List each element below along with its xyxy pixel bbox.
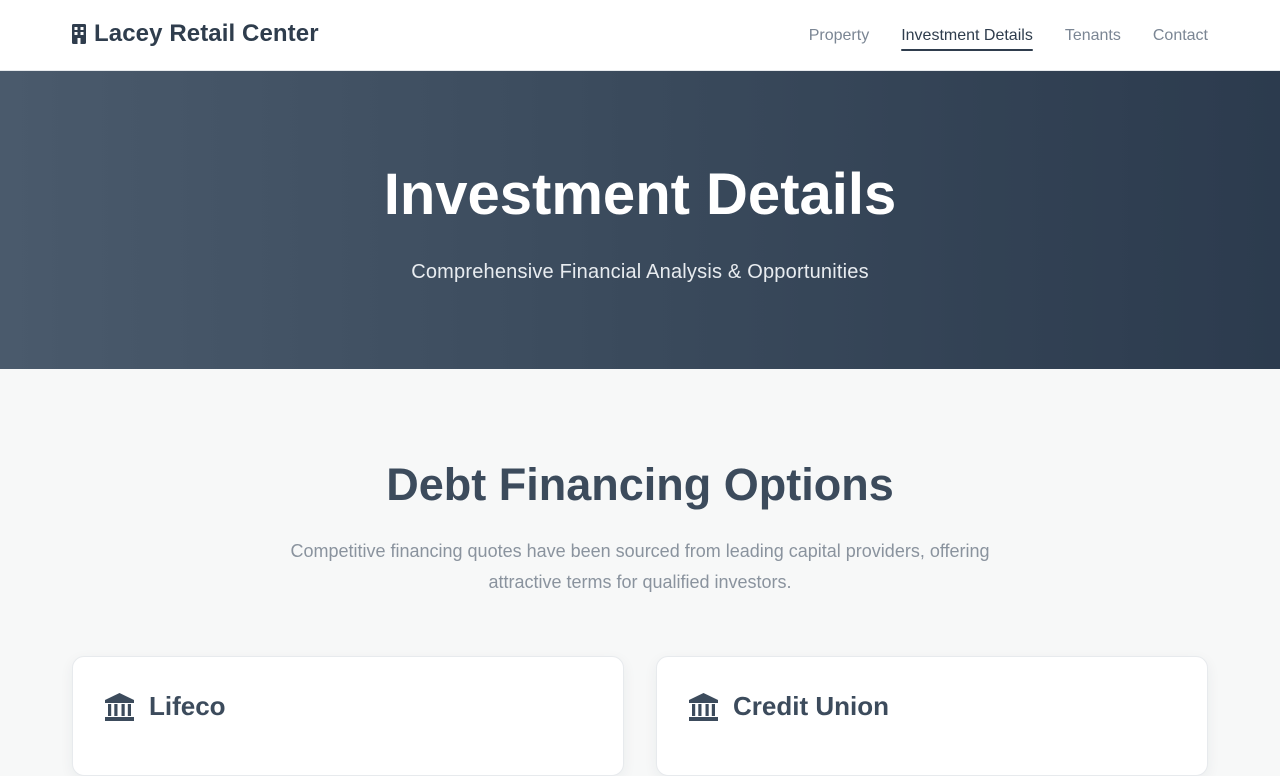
bank-icon	[105, 692, 134, 721]
card-title: Credit Union	[733, 691, 889, 721]
nav-contact[interactable]: Contact	[1153, 0, 1208, 71]
nav-property[interactable]: Property	[809, 0, 869, 71]
financing-card-credit-union[interactable]: Credit Union	[656, 656, 1208, 776]
section-title: Debt Financing Options	[386, 459, 894, 510]
financing-card-lifeco[interactable]: Lifeco	[72, 656, 624, 776]
building-icon	[72, 24, 86, 44]
bank-icon	[689, 692, 718, 721]
card-header: Lifeco	[105, 691, 226, 722]
nav-tenants[interactable]: Tenants	[1065, 0, 1121, 71]
main-nav: Property Investment Details Tenants Cont…	[777, 0, 1208, 71]
hero-subtitle: Comprehensive Financial Analysis & Oppor…	[411, 261, 869, 283]
brand[interactable]: Lacey Retail Center	[72, 20, 319, 48]
hero-title: Investment Details	[383, 162, 897, 227]
card-header: Credit Union	[689, 691, 889, 722]
nav-investment-details[interactable]: Investment Details	[901, 0, 1033, 71]
section-description: Competitive financing quotes have been s…	[290, 541, 990, 592]
top-navbar: Lacey Retail Center Property Investment …	[0, 0, 1280, 71]
hero-banner: Investment Details Comprehensive Financi…	[0, 71, 1280, 369]
card-title: Lifeco	[149, 691, 226, 721]
brand-name: Lacey Retail Center	[94, 20, 319, 47]
